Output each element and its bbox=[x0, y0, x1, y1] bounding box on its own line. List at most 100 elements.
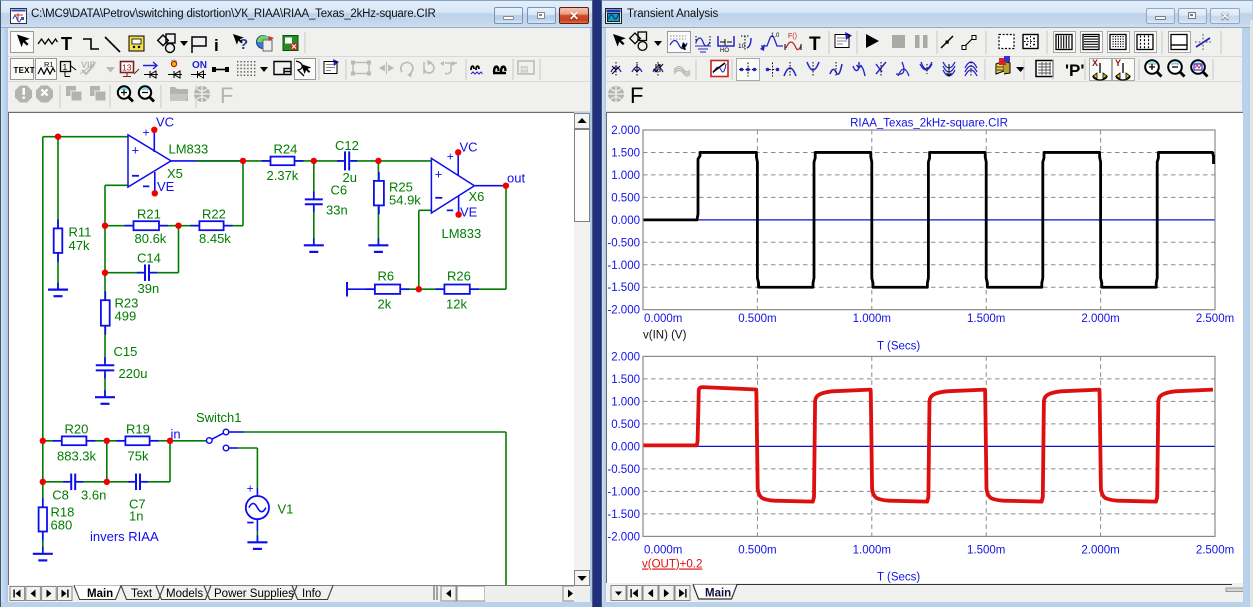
svg-text:invers RIAA: invers RIAA bbox=[90, 529, 159, 544]
svg-text:LM833: LM833 bbox=[169, 142, 209, 157]
svg-text:T (Secs): T (Secs) bbox=[877, 341, 920, 353]
svg-text:HO: HO bbox=[720, 48, 729, 54]
svg-text:R1: R1 bbox=[44, 60, 54, 69]
svg-text:-1.500: -1.500 bbox=[607, 282, 640, 294]
svg-text:F(): F() bbox=[788, 33, 797, 40]
svg-text:v(IN) (V): v(IN) (V) bbox=[643, 330, 687, 342]
svg-text:TEXT: TEXT bbox=[14, 66, 35, 75]
svg-text:R24: R24 bbox=[274, 142, 298, 157]
svg-text:54.9k: 54.9k bbox=[389, 193, 421, 208]
svg-text:220u: 220u bbox=[119, 366, 148, 381]
svg-text:-1.500: -1.500 bbox=[607, 509, 640, 521]
svg-text:VC: VC bbox=[156, 115, 174, 130]
svg-text:out: out bbox=[507, 171, 525, 186]
svg-text:F: F bbox=[630, 83, 643, 108]
svg-text:2k: 2k bbox=[378, 297, 392, 312]
svg-text:ON: ON bbox=[192, 60, 207, 71]
svg-text:VE: VE bbox=[157, 179, 175, 194]
svg-text:2.000m: 2.000m bbox=[1081, 545, 1119, 557]
svg-text:1n: 1n bbox=[129, 509, 143, 524]
svg-text:1.500m: 1.500m bbox=[967, 313, 1005, 325]
svg-text:RIAA_Texas_2kHz-square.CIR: RIAA_Texas_2kHz-square.CIR bbox=[850, 118, 1008, 130]
svg-text:i: i bbox=[214, 36, 219, 55]
svg-text:0.500m: 0.500m bbox=[738, 313, 776, 325]
svg-text:2.37k: 2.37k bbox=[267, 168, 299, 183]
svg-text:2.500m: 2.500m bbox=[1196, 545, 1234, 557]
svg-text:+: + bbox=[247, 482, 254, 496]
svg-text:F: F bbox=[220, 83, 233, 108]
svg-text:VC: VC bbox=[460, 140, 478, 155]
svg-text:-1.000: -1.000 bbox=[607, 260, 640, 272]
svg-text:0.000: 0.000 bbox=[611, 441, 640, 453]
svg-text:1.000m: 1.000m bbox=[853, 313, 891, 325]
svg-text:8.45k: 8.45k bbox=[199, 231, 231, 246]
svg-text:▤: ▤ bbox=[520, 64, 529, 74]
svg-text:33n: 33n bbox=[326, 203, 348, 218]
svg-text:Models: Models bbox=[166, 588, 203, 600]
svg-text:1.000m: 1.000m bbox=[853, 545, 891, 557]
svg-text:X: X bbox=[1092, 58, 1098, 68]
svg-text:680: 680 bbox=[51, 517, 73, 532]
svg-text:3.6n: 3.6n bbox=[81, 487, 106, 502]
svg-text:C15: C15 bbox=[114, 344, 138, 359]
svg-text:Text: Text bbox=[131, 588, 153, 600]
svg-text:80.6k: 80.6k bbox=[135, 231, 167, 246]
svg-text:-0.500: -0.500 bbox=[607, 464, 640, 476]
svg-text:-2.000: -2.000 bbox=[607, 305, 640, 317]
svg-text:+: + bbox=[435, 167, 443, 182]
svg-text:1.000: 1.000 bbox=[611, 396, 640, 408]
svg-text:Main: Main bbox=[87, 588, 113, 600]
svg-text:Y: Y bbox=[1115, 58, 1121, 68]
svg-text:Switch1: Switch1 bbox=[196, 410, 242, 425]
svg-text:T: T bbox=[809, 34, 821, 55]
svg-text:C14: C14 bbox=[137, 251, 161, 266]
svg-text:0.500m: 0.500m bbox=[738, 545, 776, 557]
svg-text:C6: C6 bbox=[331, 183, 348, 198]
svg-text:-0.500: -0.500 bbox=[607, 237, 640, 249]
svg-text:0.500: 0.500 bbox=[611, 419, 640, 431]
svg-text:X6: X6 bbox=[469, 189, 485, 204]
svg-text:0.500: 0.500 bbox=[611, 192, 640, 204]
svg-text:39n: 39n bbox=[138, 281, 160, 296]
svg-text:Info: Info bbox=[302, 588, 321, 600]
svg-text:2.500m: 2.500m bbox=[1196, 313, 1234, 325]
svg-text:V1: V1 bbox=[278, 502, 294, 517]
svg-text:in: in bbox=[171, 426, 181, 441]
svg-text:2.000: 2.000 bbox=[611, 351, 640, 363]
svg-text:LM833: LM833 bbox=[442, 226, 482, 241]
svg-text:R20: R20 bbox=[65, 421, 89, 436]
svg-text:R26: R26 bbox=[447, 269, 471, 284]
svg-text:2.000m: 2.000m bbox=[1081, 313, 1119, 325]
svg-text:1.0: 1.0 bbox=[771, 33, 780, 39]
svg-text:R6: R6 bbox=[378, 269, 395, 284]
svg-text:0.000m: 0.000m bbox=[644, 313, 682, 325]
svg-text:Main: Main bbox=[705, 588, 731, 600]
svg-text:T: T bbox=[61, 34, 72, 54]
svg-text:1.500: 1.500 bbox=[611, 148, 640, 160]
svg-text:'P': 'P' bbox=[1065, 61, 1084, 80]
svg-text:+: + bbox=[132, 143, 140, 158]
svg-text:0.000m: 0.000m bbox=[644, 545, 682, 557]
svg-text:R19: R19 bbox=[126, 421, 150, 436]
svg-text:1: 1 bbox=[63, 62, 68, 72]
svg-text:883.3k: 883.3k bbox=[57, 449, 97, 464]
svg-text:47k: 47k bbox=[69, 238, 90, 253]
svg-text:R22: R22 bbox=[202, 207, 226, 222]
svg-text:T (Secs): T (Secs) bbox=[877, 572, 920, 584]
svg-text:-2.000: -2.000 bbox=[607, 531, 640, 543]
svg-text:Power Supplies: Power Supplies bbox=[214, 588, 294, 600]
svg-text:C8: C8 bbox=[52, 487, 69, 502]
svg-text:2.000: 2.000 bbox=[611, 125, 640, 137]
svg-text:+: + bbox=[143, 126, 150, 140]
svg-text:+: + bbox=[447, 150, 454, 164]
svg-text:-1.000: -1.000 bbox=[607, 486, 640, 498]
svg-text:1.500: 1.500 bbox=[611, 374, 640, 386]
svg-text:C12: C12 bbox=[335, 138, 359, 153]
svg-text:v(OUT)+0.2: v(OUT)+0.2 bbox=[642, 559, 702, 571]
svg-text:1.000: 1.000 bbox=[611, 170, 640, 182]
svg-text:VE: VE bbox=[460, 205, 478, 220]
svg-text:75k: 75k bbox=[128, 449, 149, 464]
svg-text:R21: R21 bbox=[137, 207, 161, 222]
svg-text:10: 10 bbox=[738, 43, 746, 50]
svg-text:499: 499 bbox=[115, 308, 137, 323]
